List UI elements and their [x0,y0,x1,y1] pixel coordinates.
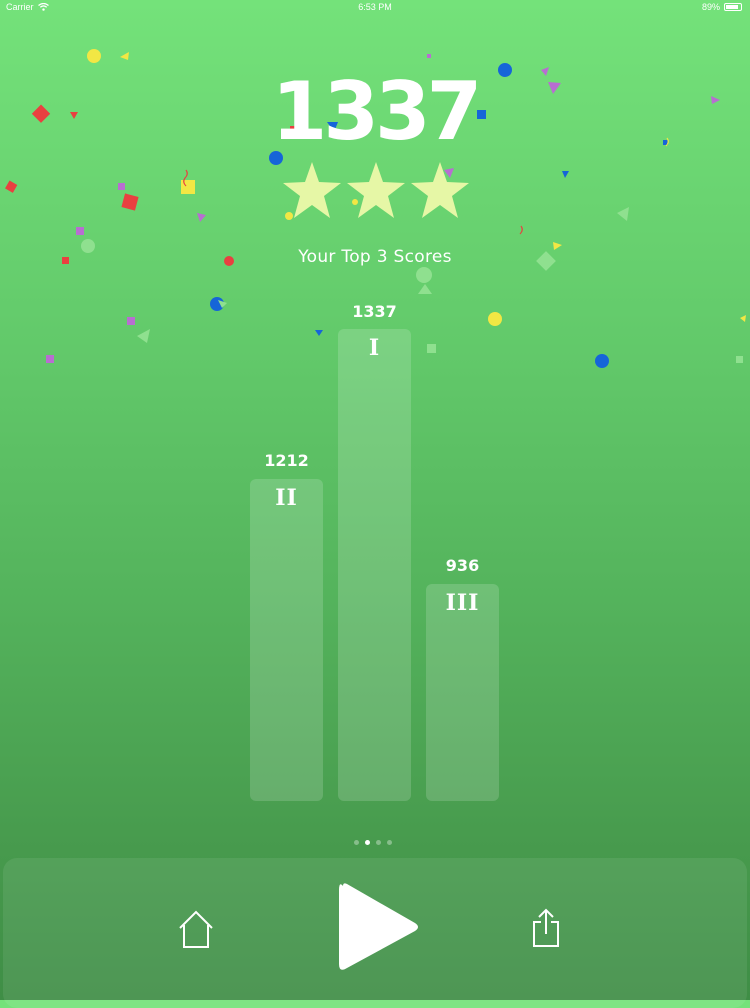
confetti-piece [488,312,502,326]
podium-rank-first: I [368,335,381,361]
confetti-piece [427,344,436,353]
confetti-piece [740,315,746,322]
podium-bar-first: I [338,329,411,801]
podium-score-first: 1337 [352,302,397,321]
current-score: 1337 [271,65,483,158]
confetti-piece [210,297,224,311]
confetti-piece [127,317,135,325]
podium-bar-third: III [426,584,499,801]
star-icon [283,162,341,218]
podium-score-third: 936 [445,556,480,575]
page-dot[interactable] [354,840,359,845]
podium-rank-third: III [445,590,480,616]
podium-rank-second: II [275,485,298,511]
battery-fill [726,5,738,9]
page-indicator[interactable] [354,840,392,845]
page-dot[interactable] [376,840,381,845]
confetti-piece [46,355,54,363]
confetti-piece [418,284,432,294]
confetti-piece [137,329,150,343]
confetti-piece [183,169,188,187]
confetti-piece [617,207,629,221]
top-scores-title: Your Top 3 Scores [298,247,452,267]
confetti-piece [736,356,743,363]
play-button[interactable] [320,872,430,982]
podium-bar-second: II [250,479,323,801]
home-button[interactable] [172,905,220,953]
status-right: 89% [702,2,742,12]
confetti-piece [218,300,227,308]
status-time: 6:53 PM [358,2,392,12]
play-icon [339,883,418,970]
podium-score-second: 1212 [264,451,309,470]
star-icon [411,162,469,218]
confetti-piece [5,180,18,193]
status-bar: Carrier 6:53 PM 89% [0,0,750,16]
confetti-piece [76,227,84,235]
page-dot-active[interactable] [365,840,370,845]
confetti-piece [181,180,195,194]
battery-percent: 89% [701,2,720,12]
page-dot[interactable] [387,840,392,845]
battery-icon [724,3,742,11]
star-icon [347,162,405,218]
confetti-piece [427,54,431,58]
share-icon [533,908,559,947]
confetti-piece [519,225,523,235]
confetti-piece [315,330,323,336]
home-icon [179,910,213,948]
confetti-piece [120,52,129,60]
star-rating [283,162,469,218]
share-button[interactable] [522,904,570,952]
confetti-piece [197,213,206,222]
confetti-piece [121,193,139,211]
confetti-piece [416,267,432,283]
confetti-piece [87,49,101,63]
confetti-piece [562,171,569,178]
confetti-piece [118,183,125,190]
confetti-piece [595,354,609,368]
